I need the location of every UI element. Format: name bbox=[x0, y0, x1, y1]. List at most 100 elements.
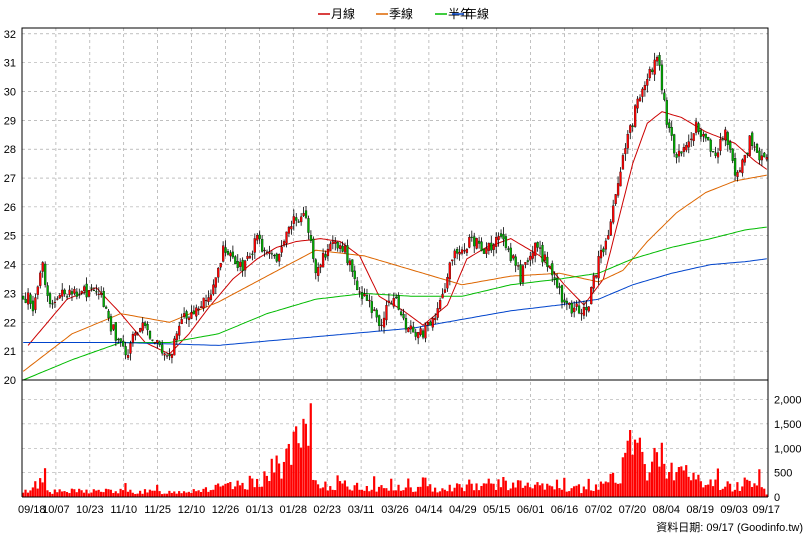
volume-bar bbox=[650, 461, 654, 497]
candlestick bbox=[741, 158, 744, 177]
candlestick bbox=[551, 260, 554, 283]
volume-bar bbox=[309, 403, 312, 497]
candle-body-down bbox=[151, 339, 154, 341]
volume-bar bbox=[536, 482, 539, 497]
candle-body-up bbox=[417, 332, 420, 339]
candle-body-down bbox=[526, 260, 529, 262]
candle-body-up bbox=[582, 307, 586, 316]
date-tick-label: 10/23 bbox=[76, 504, 104, 516]
volume-bar bbox=[97, 489, 100, 497]
candlestick bbox=[651, 67, 654, 75]
volume-bar bbox=[465, 484, 468, 497]
volume-bar bbox=[711, 486, 715, 497]
candlestick bbox=[246, 251, 249, 261]
candle-body-down bbox=[124, 346, 127, 356]
volume-bar bbox=[726, 481, 729, 497]
candlestick bbox=[660, 59, 664, 95]
volume-bar bbox=[499, 487, 503, 497]
candlestick bbox=[634, 104, 637, 128]
candle-body-down bbox=[395, 296, 398, 299]
volume-bar bbox=[256, 478, 259, 497]
candlestick bbox=[222, 241, 225, 263]
candle-body-down bbox=[234, 256, 237, 265]
volume-tick-label: 2,000 bbox=[774, 395, 802, 407]
volume-bar bbox=[185, 492, 188, 497]
volume-bar bbox=[346, 486, 349, 497]
volume-bar bbox=[314, 480, 317, 497]
date-tick-label: 04/14 bbox=[415, 504, 443, 516]
candle-body-down bbox=[546, 256, 549, 267]
candle-body-up bbox=[548, 265, 551, 268]
candlestick bbox=[670, 121, 673, 141]
volume-bar bbox=[470, 483, 473, 497]
candlestick bbox=[499, 229, 503, 239]
candle-body-down bbox=[185, 311, 188, 319]
candlestick bbox=[26, 288, 30, 310]
date-tick-label: 09/03 bbox=[720, 504, 748, 516]
volume-bar bbox=[299, 447, 303, 497]
volume-bar bbox=[109, 489, 112, 497]
volume-bar bbox=[129, 489, 132, 497]
candlestick bbox=[765, 154, 768, 162]
candlestick bbox=[663, 89, 666, 102]
candle-body-down bbox=[470, 236, 473, 238]
volume-bar bbox=[516, 480, 520, 497]
candle-body-down bbox=[763, 152, 766, 158]
legend-label-yearly: 年線 bbox=[465, 6, 489, 21]
candlestick bbox=[95, 284, 98, 296]
candlestick bbox=[226, 249, 230, 256]
volume-bar bbox=[750, 486, 754, 497]
candle-body-up bbox=[738, 170, 742, 173]
candlestick bbox=[287, 225, 291, 238]
candle-body-down bbox=[390, 303, 393, 305]
volume-bar bbox=[90, 492, 93, 497]
candle-body-up bbox=[587, 306, 590, 312]
volume-bar bbox=[458, 484, 461, 497]
candlestick bbox=[409, 320, 412, 334]
volume-bar bbox=[694, 479, 698, 497]
volume-bar bbox=[533, 484, 537, 497]
candle-body-down bbox=[565, 300, 568, 304]
candlestick bbox=[609, 218, 612, 236]
candlestick bbox=[475, 237, 478, 250]
candlestick bbox=[516, 262, 520, 271]
volume-bar bbox=[163, 493, 166, 497]
candle-body-up bbox=[543, 254, 547, 261]
candlestick bbox=[736, 170, 739, 182]
candlestick bbox=[443, 283, 447, 293]
candle-body-down bbox=[499, 233, 503, 237]
candlestick bbox=[378, 314, 381, 332]
candle-body-up bbox=[173, 338, 176, 356]
volume-bar bbox=[682, 470, 685, 497]
candle-body-up bbox=[599, 249, 603, 259]
candle-body-down bbox=[402, 314, 405, 319]
volume-bar bbox=[529, 487, 532, 497]
candle-body-down bbox=[226, 251, 230, 255]
candle-body-up bbox=[619, 171, 622, 187]
candlestick bbox=[275, 252, 278, 263]
candle-body-up bbox=[219, 263, 222, 268]
candle-body-down bbox=[668, 122, 671, 129]
stock-chart: 月線 季線 半年 年線 20 21 22 23 24 25 26 27 28 29 30 31 32 0… bbox=[0, 0, 808, 540]
candlestick bbox=[180, 313, 183, 325]
candlestick bbox=[616, 176, 620, 198]
volume-bar bbox=[597, 489, 600, 497]
candle-body-down bbox=[697, 123, 700, 132]
candle-body-down bbox=[356, 280, 359, 291]
candlestick bbox=[631, 123, 634, 132]
candle-body-down bbox=[161, 344, 164, 354]
date-tick-label: 07/20 bbox=[619, 504, 647, 516]
date-tick-label: 02/23 bbox=[313, 504, 341, 516]
candle-body-up bbox=[246, 255, 249, 259]
volume-bar bbox=[728, 483, 732, 497]
volume-bar bbox=[390, 478, 393, 497]
volume-bar bbox=[558, 488, 561, 497]
candle-body-up bbox=[438, 300, 442, 309]
volume-bar bbox=[743, 477, 746, 497]
candlestick bbox=[519, 259, 522, 286]
legend-label-quarterly: 季線 bbox=[389, 6, 413, 21]
volume-bar bbox=[270, 458, 273, 497]
candlestick bbox=[68, 285, 71, 298]
price-tick-label: 24 bbox=[4, 260, 16, 272]
volume-bar bbox=[87, 493, 91, 497]
